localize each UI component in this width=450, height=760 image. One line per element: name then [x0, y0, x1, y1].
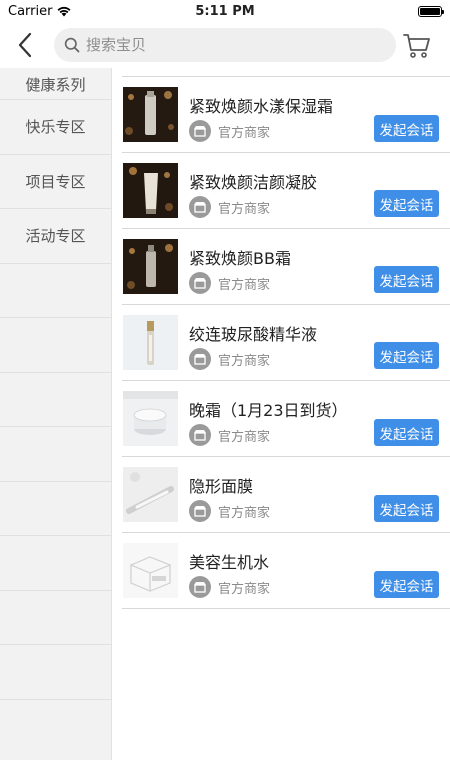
sidebar-item[interactable]	[0, 645, 111, 700]
product-row[interactable]: 绞连玻尿酸精华液 官方商家 发起会话	[122, 305, 450, 381]
category-sidebar: 健康系列 快乐专区 项目专区 活动专区	[0, 68, 112, 760]
product-title: 美容生机水	[189, 553, 270, 572]
product-thumbnail	[123, 315, 178, 370]
status-bar: Carrier	[0, 0, 450, 22]
carrier-label: Carrier	[8, 3, 53, 19]
search-icon	[64, 37, 80, 53]
sidebar-item[interactable]	[0, 318, 111, 373]
store-icon	[189, 196, 211, 218]
start-chat-button[interactable]: 发起会话	[374, 571, 439, 598]
product-row[interactable]: 美容生机水 官方商家 发起会话	[122, 533, 450, 609]
back-button[interactable]	[0, 22, 50, 68]
start-chat-button[interactable]: 发起会话	[374, 190, 439, 217]
merchant-label: 官方商家	[218, 430, 271, 445]
sidebar-item-label: 项目专区	[25, 172, 86, 191]
start-chat-button[interactable]: 发起会话	[374, 342, 439, 369]
merchant-label: 官方商家	[218, 126, 271, 141]
sidebar-item[interactable]	[0, 427, 111, 482]
product-thumbnail	[123, 467, 178, 522]
product-thumbnail	[123, 87, 178, 142]
product-thumbnail	[123, 163, 178, 218]
product-title: 晚霜（1月23日到货）	[189, 401, 348, 420]
sidebar-item[interactable]: 健康系列	[0, 68, 111, 100]
store-icon	[189, 120, 211, 142]
store-icon	[189, 500, 211, 522]
sidebar-item[interactable]: 快乐专区	[0, 100, 111, 155]
store-icon	[189, 272, 211, 294]
nav-bar	[0, 22, 450, 68]
merchant-label: 官方商家	[218, 202, 271, 217]
product-title: 紧致焕颜BB霜	[189, 249, 291, 268]
product-title: 紧致焕颜水漾保湿霜	[189, 97, 334, 116]
sidebar-item[interactable]	[0, 536, 111, 591]
sidebar-item-label: 健康系列	[25, 76, 86, 94]
chevron-left-icon	[18, 32, 32, 58]
start-chat-button[interactable]: 发起会话	[374, 115, 439, 142]
wifi-icon	[57, 6, 71, 17]
sidebar-item-label: 快乐专区	[25, 118, 86, 137]
sidebar-item[interactable]	[0, 482, 111, 536]
product-row[interactable]: 隐形面膜 官方商家 发起会话	[122, 457, 450, 533]
store-icon	[189, 424, 211, 446]
store-icon	[189, 576, 211, 598]
search-input[interactable]	[86, 36, 366, 54]
sidebar-item[interactable]	[0, 373, 111, 427]
battery-icon	[418, 5, 444, 17]
product-thumbnail	[123, 543, 178, 598]
cart-icon	[403, 34, 430, 58]
sidebar-item[interactable]	[0, 591, 111, 645]
start-chat-button[interactable]: 发起会话	[374, 495, 439, 522]
sidebar-item-label: 活动专区	[25, 227, 86, 246]
merchant-label: 官方商家	[218, 278, 271, 293]
product-row[interactable]: 紧致焕颜洁颜凝胶 官方商家 发起会话	[122, 153, 450, 229]
cart-button[interactable]	[402, 30, 432, 60]
product-title: 绞连玻尿酸精华液	[189, 325, 318, 344]
sidebar-item[interactable]: 活动专区	[0, 209, 111, 264]
search-box[interactable]	[54, 28, 396, 62]
battery-fill	[420, 7, 440, 15]
start-chat-button[interactable]: 发起会话	[374, 419, 439, 446]
product-thumbnail	[123, 391, 178, 446]
merchant-label: 官方商家	[218, 582, 271, 597]
product-row[interactable]: 紧致焕颜水漾保湿霜 官方商家 发起会话	[122, 77, 450, 153]
product-title: 隐形面膜	[189, 477, 254, 496]
sidebar-item[interactable]	[0, 264, 111, 318]
merchant-label: 官方商家	[218, 354, 271, 369]
product-thumbnail	[123, 239, 178, 294]
store-icon	[189, 348, 211, 370]
product-list: 紧致焕颜水漾保湿霜 官方商家 发起会话 紧致焕颜洁颜凝胶 官方商家 发起会话 紧…	[122, 76, 450, 609]
product-title: 紧致焕颜洁颜凝胶	[189, 173, 318, 192]
product-row[interactable]: 紧致焕颜BB霜 官方商家 发起会话	[122, 229, 450, 305]
sidebar-item[interactable]: 项目专区	[0, 155, 111, 209]
product-row[interactable]: 晚霜（1月23日到货） 官方商家 发起会话	[122, 381, 450, 457]
merchant-label: 官方商家	[218, 506, 271, 521]
start-chat-button[interactable]: 发起会话	[374, 266, 439, 293]
